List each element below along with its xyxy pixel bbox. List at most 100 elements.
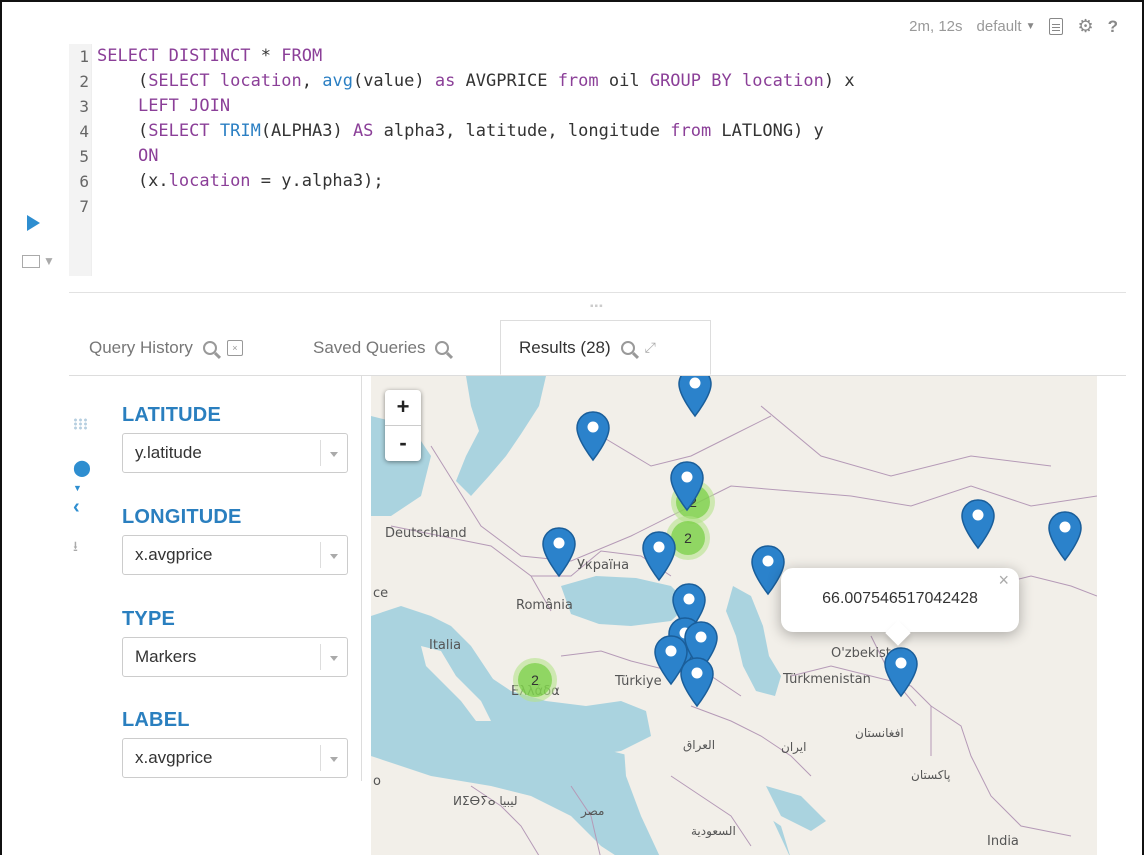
map-marker-icon[interactable]: [677, 376, 713, 418]
map-label: ⵍⵉⴱⵢⴰ ليبيا: [453, 794, 518, 808]
marker-popup: 66.007546517042428 ×: [781, 568, 1019, 646]
result-tabs: Query History × Saved Queries Results (2…: [69, 320, 1126, 376]
line-number: 3: [79, 97, 89, 116]
help-icon[interactable]: ?: [1108, 17, 1118, 37]
map-marker-icon[interactable]: [679, 656, 715, 708]
label-label: LABEL: [122, 709, 190, 731]
document-icon[interactable]: [1049, 18, 1064, 35]
type-field: TYPE Markers: [122, 608, 348, 677]
marker-icon[interactable]: ⬤ ▼: [73, 458, 99, 496]
map-label: India: [987, 834, 1019, 849]
map-marker-icon[interactable]: [575, 410, 611, 462]
caret-down-icon: ▼: [1025, 21, 1036, 32]
calendar-icon[interactable]: ×: [226, 339, 243, 356]
cluster-count: 2: [518, 663, 552, 697]
map-marker-icon[interactable]: [641, 530, 677, 582]
map-label: العراق: [683, 738, 716, 752]
longitude-field: LONGITUDE x.avgprice: [122, 506, 348, 575]
popup-value: 66.007546517042428: [822, 590, 978, 607]
map-label: پاکستان: [911, 768, 951, 782]
database-label: default: [976, 18, 1022, 35]
collapse-icon[interactable]: ‹: [73, 496, 80, 519]
code-line: (x.location = y.alpha3);: [97, 171, 384, 191]
map-marker-icon[interactable]: [541, 526, 577, 578]
chevron-down-icon: [320, 440, 347, 466]
code-line: (SELECT location, avg(value) as AVGPRICE…: [97, 71, 855, 91]
chevron-down-icon: [320, 542, 347, 568]
database-selector[interactable]: default ▼: [977, 18, 1036, 35]
code-line: (SELECT TRIM(ALPHA3) AS alpha3, latitude…: [97, 121, 824, 141]
tab-label: Saved Queries: [313, 337, 426, 357]
close-icon[interactable]: ×: [998, 570, 1009, 591]
line-number: 4: [79, 122, 89, 141]
marker-cluster[interactable]: 2: [513, 658, 557, 702]
map-marker-icon[interactable]: [1047, 510, 1083, 562]
map-icon: [22, 254, 40, 268]
longitude-select[interactable]: x.avgprice: [122, 535, 348, 575]
chevron-down-icon: [320, 644, 347, 670]
map-marker-icon[interactable]: [883, 646, 919, 698]
sql-editor[interactable]: 1 2 3 4 5 6 7 SELECT DISTINCT * FROM (SE…: [69, 44, 1129, 276]
map-label: السعودية: [691, 824, 736, 838]
tab-results[interactable]: Results (28) ⤢: [500, 320, 711, 375]
map-label: Türkmenistan: [783, 672, 871, 687]
download-icon[interactable]: ⭳: [73, 536, 78, 560]
chart-type-menu[interactable]: ▼: [22, 254, 55, 268]
code-line: ON: [137, 146, 159, 166]
latitude-label: LATITUDE: [122, 404, 221, 426]
latitude-select[interactable]: y.latitude: [122, 433, 348, 473]
map-label: Україна: [577, 558, 630, 573]
resize-handle[interactable]: ▪▪▪: [590, 301, 604, 312]
expand-icon[interactable]: ⤢: [645, 339, 656, 356]
map-label: ایران: [781, 740, 807, 754]
line-number: 7: [79, 197, 89, 216]
search-icon[interactable]: [435, 340, 450, 355]
tab-label: Results (28): [519, 337, 611, 357]
map-label: مصر: [581, 804, 605, 818]
tab-saved-queries[interactable]: Saved Queries: [313, 320, 450, 375]
latitude-field: LATITUDE y.latitude: [122, 404, 348, 473]
type-value: Markers: [135, 647, 197, 666]
map-label: Deutschland: [385, 526, 467, 541]
execution-time: 2m, 12s: [909, 18, 963, 35]
chart-settings-panel: ⬤ ▼ ‹ ⭳ LATITUDE y.latitude LONGITUDE x.…: [69, 376, 362, 781]
code-line: SELECT DISTINCT * FROM: [97, 46, 323, 66]
app-frame: 2m, 12s default ▼ ⚙ ? 1 2 3 4 5 6 7 SELE…: [0, 0, 1144, 855]
longitude-label: LONGITUDE: [122, 506, 242, 528]
chevron-down-icon: [320, 745, 347, 771]
map-marker-icon[interactable]: [960, 498, 996, 550]
label-select[interactable]: x.avgprice: [122, 738, 348, 778]
line-number: 1: [79, 47, 89, 66]
map-marker-icon[interactable]: [669, 460, 705, 512]
search-icon[interactable]: [620, 340, 635, 355]
run-icon[interactable]: [27, 215, 40, 231]
gear-icon[interactable]: ⚙: [1077, 16, 1093, 37]
editor-toolbar: 2m, 12s default ▼ ⚙ ?: [909, 16, 1118, 37]
line-number: 6: [79, 172, 89, 191]
tab-label: Query History: [89, 337, 193, 357]
line-number: 2: [79, 72, 89, 91]
grid-icon[interactable]: [73, 418, 87, 430]
line-number: 5: [79, 147, 89, 166]
search-icon[interactable]: [202, 340, 217, 355]
map-label: o: [373, 774, 381, 789]
divider: [69, 292, 1126, 293]
label-value: x.avgprice: [135, 748, 213, 767]
latitude-value: y.latitude: [135, 443, 202, 462]
line-gutter: 1 2 3 4 5 6 7: [69, 44, 92, 276]
map-view[interactable]: + - Deutschland Україна România Italia Ε…: [371, 376, 1097, 855]
longitude-value: x.avgprice: [135, 545, 213, 564]
code-area[interactable]: SELECT DISTINCT * FROM (SELECT location,…: [97, 44, 855, 219]
map-label: România: [516, 598, 573, 613]
tab-query-history[interactable]: Query History ×: [89, 320, 243, 375]
zoom-out-button[interactable]: -: [385, 425, 421, 461]
type-select[interactable]: Markers: [122, 637, 348, 677]
map-label: ce: [373, 586, 389, 601]
map-label: افغانستان: [855, 726, 904, 740]
zoom-control: + -: [385, 390, 421, 461]
map-label: Italia: [429, 638, 462, 653]
zoom-in-button[interactable]: +: [385, 390, 421, 425]
type-label: TYPE: [122, 608, 176, 630]
label-field: LABEL x.avgprice: [122, 709, 348, 778]
